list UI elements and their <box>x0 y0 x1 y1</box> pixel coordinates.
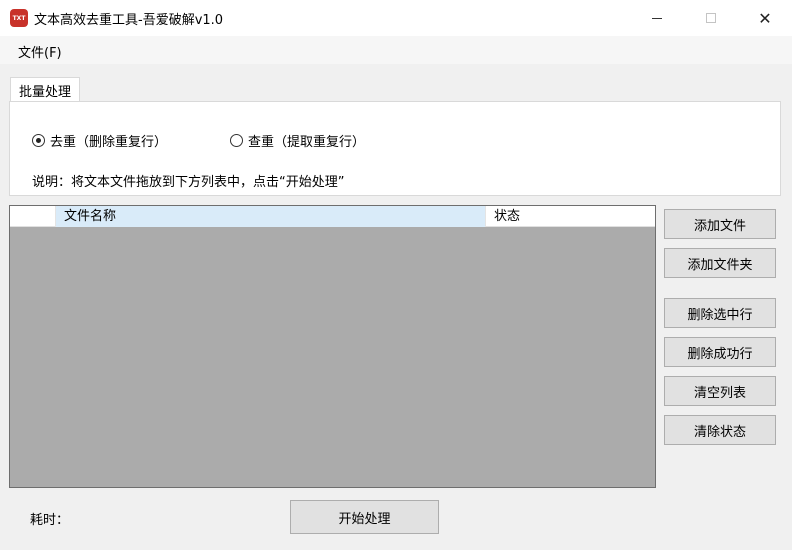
delete-success-button[interactable]: 删除成功行 <box>664 337 776 367</box>
elapsed-time-label: 耗时： <box>30 513 70 528</box>
minimize-button[interactable] <box>634 0 680 36</box>
start-button[interactable]: 开始处理 <box>290 500 439 534</box>
window-title: 文本高效去重工具-吾爱破解v1.0 <box>34 13 224 28</box>
options-panel: 去重（删除重复行） 查重（提取重复行） 说明：将文本文件拖放到下方列表中，点击“… <box>9 101 781 196</box>
menu-file[interactable]: 文件(F) <box>18 42 62 61</box>
close-button[interactable]: ✕ <box>742 0 788 36</box>
dedupe-radio[interactable]: 去重（删除重复行） <box>32 131 167 150</box>
close-icon: ✕ <box>758 8 772 28</box>
file-list[interactable]: 文件名称 状态 <box>9 205 656 488</box>
clear-list-button[interactable]: 清空列表 <box>664 376 776 406</box>
radio-selected-icon <box>32 134 45 147</box>
add-file-button[interactable]: 添加文件 <box>664 209 776 239</box>
column-header-index[interactable] <box>10 206 56 227</box>
menu-bar: 文件(F) <box>0 36 792 64</box>
column-header-filename[interactable]: 文件名称 <box>56 206 485 227</box>
add-folder-button[interactable]: 添加文件夹 <box>664 248 776 278</box>
list-header: 文件名称 状态 <box>10 206 655 227</box>
tab-batch-process[interactable]: 批量处理 <box>10 77 81 102</box>
column-header-status[interactable]: 状态 <box>485 206 655 227</box>
find-duplicates-radio[interactable]: 查重（提取重复行） <box>230 131 365 150</box>
instructions-text: 说明：将文本文件拖放到下方列表中，点击“开始处理” <box>32 175 345 190</box>
dedupe-label: 去重（删除重复行） <box>50 135 168 150</box>
clear-status-button[interactable]: 清除状态 <box>664 415 776 445</box>
maximize-icon <box>706 13 716 23</box>
find-duplicates-label: 查重（提取重复行） <box>248 135 366 150</box>
radio-unselected-icon <box>230 134 243 147</box>
app-icon: TXT <box>10 9 28 27</box>
title-bar: TXT 文本高效去重工具-吾爱破解v1.0 ✕ <box>0 0 792 36</box>
maximize-button[interactable] <box>688 0 734 36</box>
delete-selected-button[interactable]: 删除选中行 <box>664 298 776 328</box>
minimize-icon <box>652 17 662 19</box>
